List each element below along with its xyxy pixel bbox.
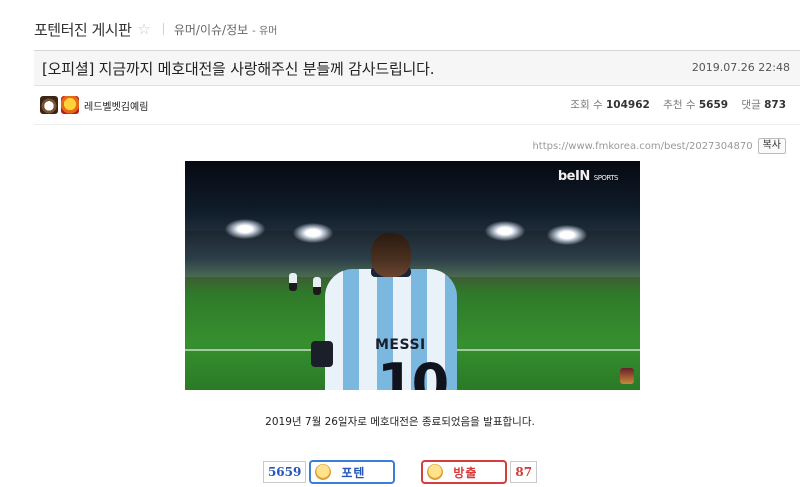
floodlight [485,221,525,241]
views-label: 조회 수 [570,99,603,111]
subcategory-link[interactable]: - 유머 [252,22,277,37]
views-count: 104962 [605,99,650,111]
shirt-name: MESSI [375,337,426,353]
floodlight [225,219,265,239]
divider [162,23,164,35]
emoji-icon [427,464,444,480]
board-header: 포텐터진 게시판 ☆ 유머/이슈/정보 - 유머 [34,17,277,41]
avatar [61,96,79,114]
broadcaster-sub: SPORTS [593,174,619,182]
captain-armband [311,341,333,367]
category-link[interactable]: 유머/이슈/정보 [174,21,248,38]
upvote-count: 5659 [262,461,307,483]
permalink-row: https://www.fmkorea.com/best/2027304870 … [532,138,786,154]
shirt-number: 10 [377,352,449,391]
post-date: 2019.07.26 22:48 [691,61,790,74]
post-title: [오피셜] 지금까지 메호대전을 사랑해주신 분들께 감사드립니다. [42,60,435,78]
crest-icon [620,368,634,384]
upvote-button[interactable]: 포텐 [309,460,396,484]
upvote-label: 포텐 [341,465,366,480]
post-image: MESSI 10 beIN SPORTS [185,161,640,390]
comments-label: 댓글 [741,99,761,111]
board-title[interactable]: 포텐터진 게시판 [34,19,132,40]
comments-count[interactable]: 873 [764,99,786,111]
recommend-count: 5659 [698,99,729,111]
vote-bar: 5659 포텐 방출 87 [0,460,800,484]
recommend-label: 추천 수 [663,99,696,111]
floodlight [547,225,587,245]
downvote-button[interactable]: 방출 [421,460,508,484]
post-stats: 조회 수 104962 추천 수 5659 댓글 873 [570,97,786,112]
player-figure: MESSI 10 [311,233,471,390]
downvote-label: 방출 [453,465,478,480]
copy-url-button[interactable]: 복사 [757,138,786,154]
broadcaster-logo: beIN SPORTS [557,169,619,184]
downvote-count: 87 [510,461,538,483]
post-title-bar: [오피셜] 지금까지 메호대전을 사랑해주신 분들께 감사드립니다. 2019.… [34,51,800,86]
emoji-icon [315,464,332,480]
post-url[interactable]: https://www.fmkorea.com/best/2027304870 [532,141,752,152]
post-caption: 2019년 7월 26일자로 메호대전은 종료되었음을 발표합니다. [265,416,535,428]
level-icon [40,96,58,114]
star-icon[interactable]: ☆ [137,20,150,38]
author-name[interactable]: 레드벨벳김예림 [84,98,148,113]
background-player [289,273,297,291]
player-head [371,233,411,277]
broadcaster-name: beIN [557,169,590,184]
post-meta: 레드벨벳김예림 조회 수 104962 추천 수 5659 댓글 873 [34,86,800,125]
